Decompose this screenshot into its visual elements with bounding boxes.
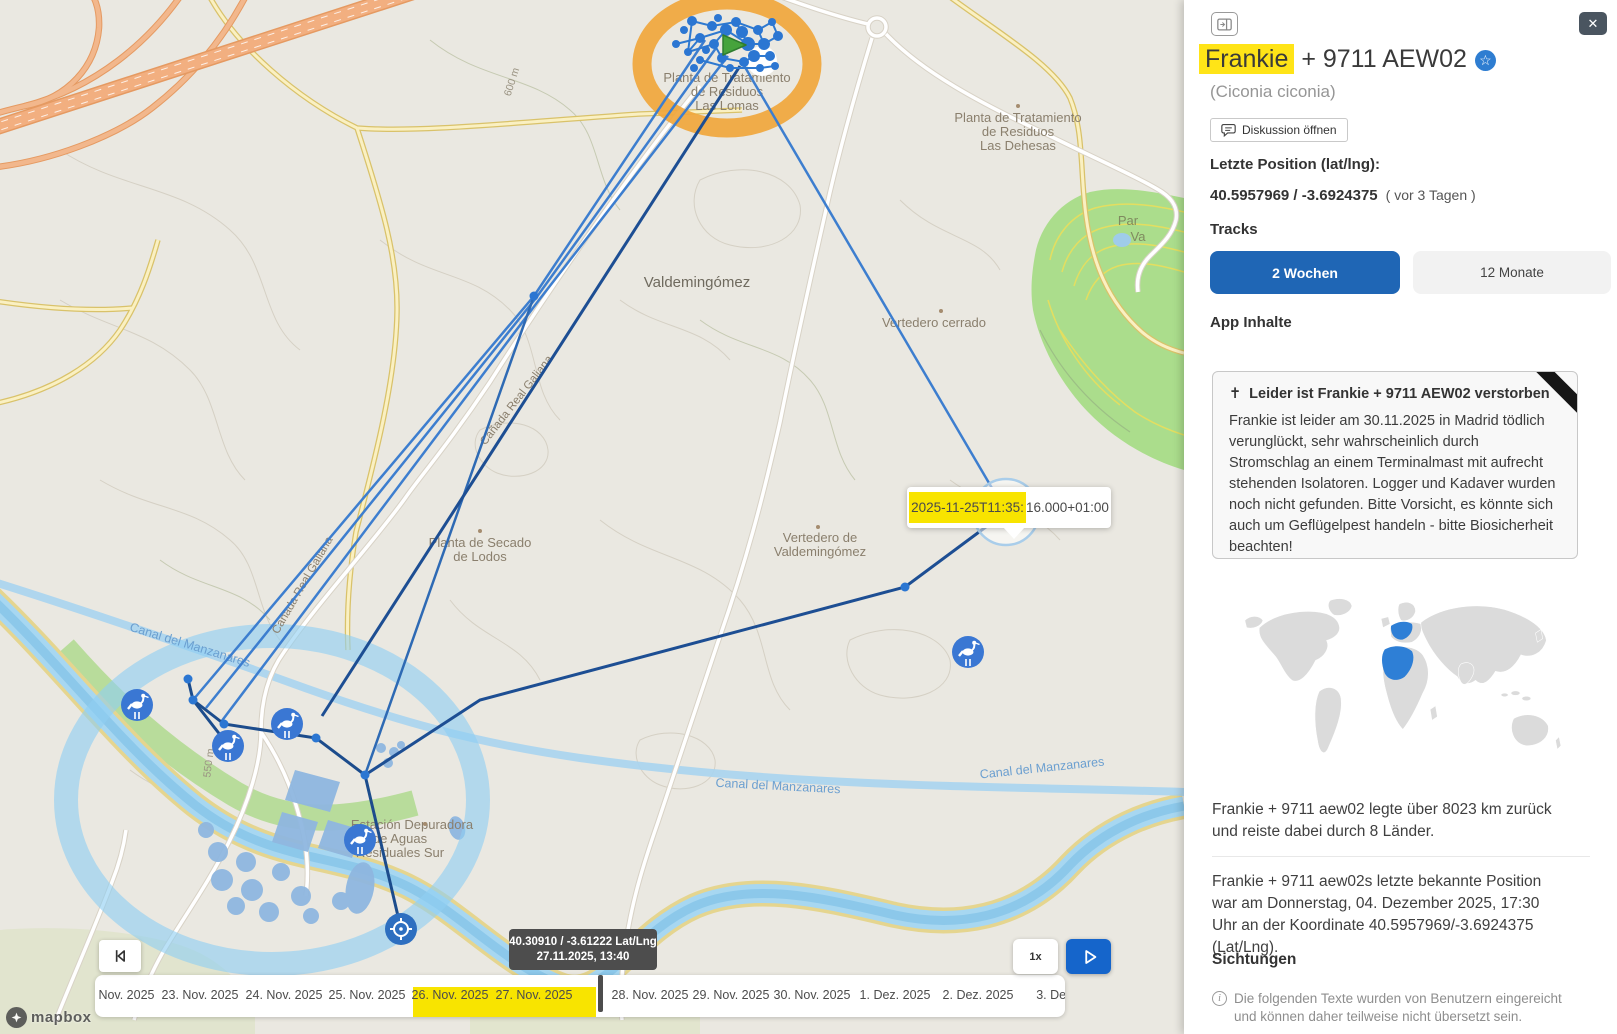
- map-label: Par: [1118, 213, 1139, 228]
- map-label: Valdemingómez: [774, 544, 866, 559]
- mapbox-wordmark: mapbox: [31, 1009, 92, 1026]
- map-label-town: Valdemingómez: [644, 274, 750, 291]
- timestamp-tooltip: 2025-11-25T11:35:16.000+01:00: [907, 487, 1111, 528]
- collapse-panel-button[interactable]: [1211, 12, 1238, 36]
- map-label: Planta de Tratamiento: [954, 110, 1081, 125]
- death-notice-card: ✝Leider ist Frankie + 9711 AEW02 verstor…: [1212, 371, 1578, 559]
- last-position-line: 40.5957969 / -3.6924375 ( vor 3 Tagen ): [1210, 187, 1476, 204]
- stork-marker[interactable]: [952, 636, 984, 668]
- timeline-date[interactable]: 28. Nov. 2025: [612, 988, 689, 1002]
- cursor-coordinate-box: 40.30910 / -3.61222 Lat/Lng 27.11.2025, …: [509, 929, 657, 970]
- map-label: de Lodos: [453, 549, 507, 564]
- timeline-date[interactable]: 2. Dez. 2025: [943, 988, 1014, 1002]
- open-discussion-button[interactable]: Diskussion öffnen: [1210, 118, 1348, 142]
- stork-marker[interactable]: [121, 689, 153, 721]
- detail-panel: ✕ Frankie + 9711 AEW02 ☆ (Ciconia ciconia…: [1184, 0, 1617, 1034]
- divider: [1212, 856, 1590, 857]
- favorite-star-icon[interactable]: ☆: [1475, 50, 1496, 71]
- death-notice-body: Frankie ist leider am 30.11.2025 in Madr…: [1229, 411, 1561, 558]
- last-position-age: ( vor 3 Tagen ): [1386, 187, 1476, 203]
- tracks-label: Tracks: [1210, 221, 1258, 238]
- speech-bubble-icon: [1221, 123, 1236, 137]
- species-name: (Ciconia ciconia): [1210, 82, 1336, 102]
- play-icon: [1078, 946, 1100, 968]
- last-position-marker[interactable]: [385, 913, 417, 945]
- timeline-date[interactable]: 23. Nov. 2025: [162, 988, 239, 1002]
- collapse-panel-icon: [1217, 18, 1232, 31]
- timeline-date[interactable]: 30. Nov. 2025: [774, 988, 851, 1002]
- timeline-date[interactable]: 1. Dez. 2025: [860, 988, 931, 1002]
- timeline-date[interactable]: 26. Nov. 2025: [412, 988, 489, 1002]
- distance-summary-text: Frankie + 9711 aew02 legte über 8023 km …: [1212, 799, 1568, 843]
- timeline-playhead[interactable]: [598, 975, 603, 1012]
- close-icon: ✕: [1588, 16, 1599, 32]
- two-weeks-button[interactable]: 2 Wochen: [1210, 251, 1400, 294]
- visited-countries-world-map: [1243, 585, 1570, 783]
- track-range-toggle: 2 Wochen 12 Monate: [1210, 251, 1611, 294]
- timestamp-rest: 16.000+01:00: [1026, 500, 1109, 515]
- death-notice-title: ✝Leider ist Frankie + 9711 AEW02 verstor…: [1229, 386, 1561, 402]
- timeline-bar[interactable]: . Nov. 2025 23. Nov. 2025 24. Nov. 2025 …: [95, 975, 1065, 1017]
- map-label: Las Lomas: [695, 98, 759, 113]
- timeline-date[interactable]: . Nov. 2025: [95, 988, 155, 1002]
- animal-id: + 9711 AEW02: [1294, 45, 1467, 73]
- timeline-date[interactable]: 27. Nov. 2025: [496, 988, 573, 1002]
- timestamp-highlight: 2025-11-25T11:35:: [909, 492, 1026, 523]
- sightings-disclaimer: i Die folgenden Texte wurden von Benutze…: [1212, 990, 1584, 1026]
- skip-to-start-button[interactable]: [99, 940, 141, 972]
- play-button[interactable]: [1066, 939, 1111, 974]
- info-icon: i: [1212, 991, 1227, 1006]
- animal-name: Frankie: [1199, 44, 1294, 74]
- timeline-date[interactable]: 29. Nov. 2025: [693, 988, 770, 1002]
- timeline-date[interactable]: 3. Dez.: [1036, 988, 1065, 1002]
- stork-marker[interactable]: [212, 730, 244, 762]
- last-position-value: 40.5957969 / -3.6924375: [1210, 187, 1378, 204]
- sightings-heading: Sichtungen: [1212, 951, 1296, 969]
- last-known-position-text: Frankie + 9711 aew02s letzte bekannte Po…: [1212, 871, 1568, 959]
- sightings-disclaimer-text: Die folgenden Texte wurden von Benutzern…: [1234, 990, 1584, 1026]
- visited-countries: [1382, 622, 1413, 680]
- map-label: Las Dehesas: [980, 138, 1056, 153]
- timeline-date[interactable]: 25. Nov. 2025: [329, 988, 406, 1002]
- mapbox-icon: [6, 1007, 27, 1028]
- tooltip-pointer: [1003, 527, 1025, 539]
- twelve-months-button[interactable]: 12 Monate: [1413, 251, 1611, 294]
- app-content-label: App Inhalte: [1210, 314, 1292, 331]
- animal-title: Frankie + 9711 AEW02 ☆: [1199, 45, 1496, 74]
- app-window: Planta de Tratamiento de Residuos Las Lo…: [0, 0, 1617, 1034]
- map-label: de Residuos: [982, 124, 1055, 139]
- map-label: Va: [1131, 229, 1147, 244]
- coordinate-date-line: 27.11.2025, 13:40: [509, 950, 657, 965]
- mapbox-attribution[interactable]: mapbox: [6, 1007, 92, 1028]
- open-discussion-label: Diskussion öffnen: [1242, 123, 1337, 137]
- coordinate-line: 40.30910 / -3.61222 Lat/Lng: [509, 935, 657, 950]
- stork-marker[interactable]: [344, 824, 376, 856]
- stork-marker[interactable]: [271, 708, 303, 740]
- map-label: Vertedero de: [783, 530, 857, 545]
- close-panel-button[interactable]: ✕: [1579, 12, 1607, 35]
- map-canvas[interactable]: Planta de Tratamiento de Residuos Las Lo…: [0, 0, 1184, 1034]
- death-cross-icon: ✝: [1229, 386, 1241, 402]
- timeline-date[interactable]: 24. Nov. 2025: [246, 988, 323, 1002]
- playback-speed-button[interactable]: 1x: [1013, 939, 1058, 974]
- skip-to-start-icon: [110, 946, 130, 966]
- last-position-label: Letzte Position (lat/lng):: [1210, 156, 1380, 173]
